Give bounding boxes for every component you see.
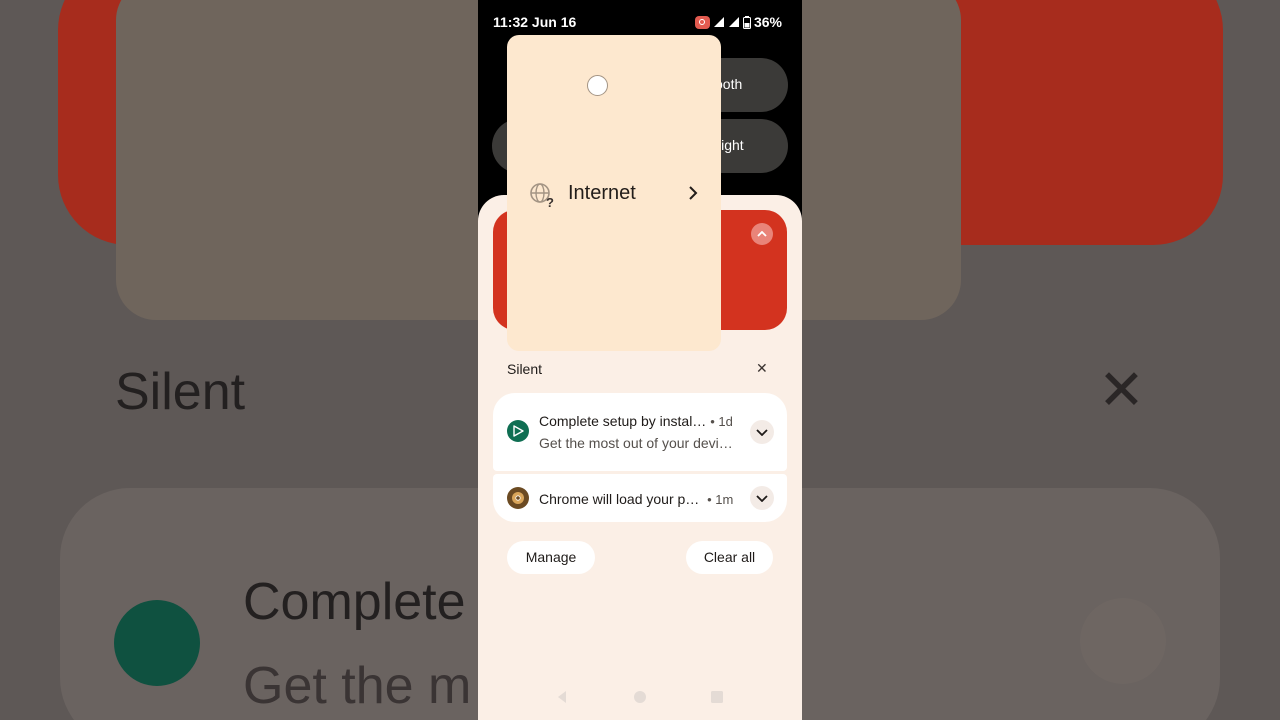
background-close-icon: ✕ [1098,358,1145,421]
home-icon[interactable] [633,690,647,704]
internet-label: Internet [568,182,636,204]
background-chevron-icon [1080,598,1166,684]
svg-text:?: ? [546,195,554,208]
globe-question-icon: ? [530,183,554,208]
chevron-up-icon [757,231,767,237]
play-store-icon [507,420,529,442]
background-silent-label: Silent [115,363,246,421]
chevron-down-icon [756,428,768,436]
notification-setup-title: Complete setup by instal… • 1d [539,413,733,429]
loading-indicator [587,75,608,96]
tile-flashlight-label: light [718,137,744,153]
section-silent-label: Silent [507,361,543,377]
signal-icon-2 [728,17,739,27]
back-icon[interactable] [555,690,569,704]
status-icons: 36% [694,14,782,30]
chrome-icon [507,487,529,509]
internet-panel[interactable]: ? Internet [507,35,721,351]
expand-chrome-button[interactable] [750,486,774,510]
dismiss-silent-button[interactable]: ✕ [756,360,768,377]
notification-chrome[interactable]: Chrome will load your p… • 1m [493,474,787,522]
notification-setup-body: Get the most out of your devi… [539,435,733,451]
recents-icon[interactable] [710,690,724,704]
clear-all-button[interactable]: Clear all [686,541,773,574]
collapse-button[interactable] [751,223,773,245]
notification-setup[interactable]: Complete setup by instal… • 1d Get the m… [493,393,787,471]
battery-icon [742,15,751,29]
background-play-store-icon [114,600,200,686]
notification-chrome-title: Chrome will load your p… • 1m [539,491,733,507]
chevron-right-icon [689,186,698,200]
chevron-down-icon [756,494,768,502]
close-icon: ✕ [756,360,768,376]
notification-chrome-time: • 1m [707,492,734,507]
expand-setup-button[interactable] [750,420,774,444]
notification-setup-title-text: Complete setup by instal… [539,413,707,429]
screen-record-icon [694,15,710,29]
notification-setup-time: • 1d [710,414,733,429]
signal-icon [713,17,724,27]
battery-percent: 36% [753,14,782,30]
status-time: 11:32 Jun 16 [493,14,577,30]
notification-chrome-title-text: Chrome will load your p… [539,491,700,507]
manage-button[interactable]: Manage [507,541,595,574]
